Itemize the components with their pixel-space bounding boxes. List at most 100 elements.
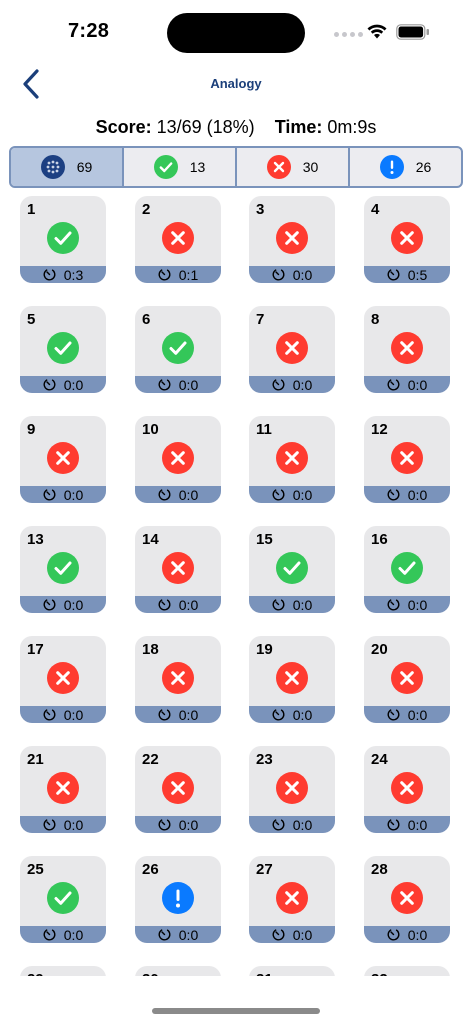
question-number: 14 xyxy=(142,531,159,548)
question-cell[interactable]: 18 0:0 xyxy=(135,636,221,723)
timer-icon xyxy=(387,818,400,831)
question-time-bar: 0:0 xyxy=(249,376,335,393)
question-cell[interactable]: 24 0:0 xyxy=(364,746,450,833)
question-cell[interactable]: 28 0:0 xyxy=(364,856,450,943)
x-circle-icon xyxy=(391,222,423,254)
question-time: 0:0 xyxy=(292,486,313,503)
question-cell[interactable]: 29 xyxy=(20,966,106,976)
question-cell[interactable]: 8 0:0 xyxy=(364,306,450,393)
timer-icon xyxy=(158,928,171,941)
question-cell[interactable]: 19 0:0 xyxy=(249,636,335,723)
question-number: 3 xyxy=(256,201,265,218)
question-time-bar: 0:0 xyxy=(135,926,221,943)
wifi-icon xyxy=(367,24,387,39)
filter-unanswered-count: 26 xyxy=(415,159,432,175)
x-circle-icon xyxy=(276,442,308,474)
question-cell[interactable]: 3 0:0 xyxy=(249,196,335,283)
checkmark-circle-icon xyxy=(47,222,79,254)
x-circle-icon xyxy=(162,222,194,254)
question-cell[interactable]: 17 0:0 xyxy=(20,636,106,723)
question-cell[interactable]: 4 0:5 xyxy=(364,196,450,283)
question-number: 1 xyxy=(27,201,36,218)
question-time: 0:0 xyxy=(292,266,313,283)
question-number: 4 xyxy=(371,201,380,218)
question-cell[interactable]: 11 0:0 xyxy=(249,416,335,503)
question-cell[interactable]: 16 0:0 xyxy=(364,526,450,613)
question-number: 7 xyxy=(256,311,265,328)
question-number: 16 xyxy=(371,531,388,548)
question-cell[interactable]: 22 0:0 xyxy=(135,746,221,833)
question-time: 0:0 xyxy=(407,926,428,943)
question-cell[interactable]: 6 0:0 xyxy=(135,306,221,393)
timer-icon xyxy=(387,708,400,721)
question-number: 11 xyxy=(256,421,272,438)
question-cell[interactable]: 27 0:0 xyxy=(249,856,335,943)
question-cell[interactable]: 9 0:0 xyxy=(20,416,106,503)
cellular-signal-icon xyxy=(334,32,363,37)
question-time: 0:0 xyxy=(178,706,199,723)
filter-unanswered[interactable]: 26 xyxy=(350,148,461,186)
x-circle-icon xyxy=(162,442,194,474)
timer-icon xyxy=(272,268,285,281)
question-cell[interactable]: 2 0:1 xyxy=(135,196,221,283)
filter-segmented-control: 69 13 30 26 xyxy=(9,146,463,188)
question-time: 0:0 xyxy=(178,486,199,503)
question-time-bar: 0:0 xyxy=(364,816,450,833)
timer-icon xyxy=(272,818,285,831)
question-time-bar: 0:3 xyxy=(20,266,106,283)
question-cell[interactable]: 23 0:0 xyxy=(249,746,335,833)
question-number: 6 xyxy=(142,311,151,328)
question-number: 26 xyxy=(142,861,159,878)
question-cell[interactable]: 21 0:0 xyxy=(20,746,106,833)
filter-correct[interactable]: 13 xyxy=(124,148,237,186)
question-time-bar: 0:0 xyxy=(364,486,450,503)
question-time: 0:5 xyxy=(407,266,428,283)
timer-icon xyxy=(43,818,56,831)
timer-icon xyxy=(43,378,56,391)
timer-icon xyxy=(43,268,56,281)
question-cell[interactable]: 7 0:0 xyxy=(249,306,335,393)
question-time: 0:0 xyxy=(292,926,313,943)
question-cell[interactable]: 31 xyxy=(249,966,335,976)
question-cell[interactable]: 25 0:0 xyxy=(20,856,106,943)
question-cell[interactable]: 15 0:0 xyxy=(249,526,335,613)
question-number: 28 xyxy=(371,861,388,878)
question-cell[interactable]: 32 xyxy=(364,966,450,976)
filter-wrong[interactable]: 30 xyxy=(237,148,350,186)
question-time-bar: 0:0 xyxy=(364,596,450,613)
question-time-bar: 0:0 xyxy=(249,926,335,943)
question-number: 13 xyxy=(27,531,44,548)
question-cell[interactable]: 14 0:0 xyxy=(135,526,221,613)
dynamic-island xyxy=(167,13,305,53)
question-time-bar: 0:0 xyxy=(364,706,450,723)
x-circle-icon xyxy=(391,662,423,694)
timer-icon xyxy=(43,488,56,501)
question-cell[interactable]: 1 0:3 xyxy=(20,196,106,283)
status-bar: 7:28 xyxy=(0,0,472,56)
question-cell[interactable]: 5 0:0 xyxy=(20,306,106,393)
question-cell[interactable]: 26 0:0 xyxy=(135,856,221,943)
question-time: 0:0 xyxy=(178,596,199,613)
question-time: 0:0 xyxy=(63,706,84,723)
question-cell[interactable]: 12 0:0 xyxy=(364,416,450,503)
question-cell[interactable]: 13 0:0 xyxy=(20,526,106,613)
question-time: 0:3 xyxy=(63,266,84,283)
filter-all[interactable]: 69 xyxy=(11,148,124,186)
time-value: 0m:9s xyxy=(327,117,377,137)
question-cell[interactable]: 30 xyxy=(135,966,221,976)
question-time-bar: 0:0 xyxy=(20,926,106,943)
score-label: Score: xyxy=(95,117,152,137)
question-number: 32 xyxy=(371,971,388,976)
question-cell[interactable]: 10 0:0 xyxy=(135,416,221,503)
timer-icon xyxy=(272,598,285,611)
question-time: 0:1 xyxy=(178,266,199,283)
question-time-bar: 0:0 xyxy=(135,596,221,613)
exclamation-circle-icon xyxy=(162,882,194,914)
question-number: 8 xyxy=(371,311,380,328)
question-number: 23 xyxy=(256,751,273,768)
checkmark-circle-icon xyxy=(162,332,194,364)
question-cell[interactable]: 20 0:0 xyxy=(364,636,450,723)
checkmark-circle-icon xyxy=(47,882,79,914)
x-circle-icon xyxy=(391,772,423,804)
question-time-bar: 0:0 xyxy=(249,486,335,503)
